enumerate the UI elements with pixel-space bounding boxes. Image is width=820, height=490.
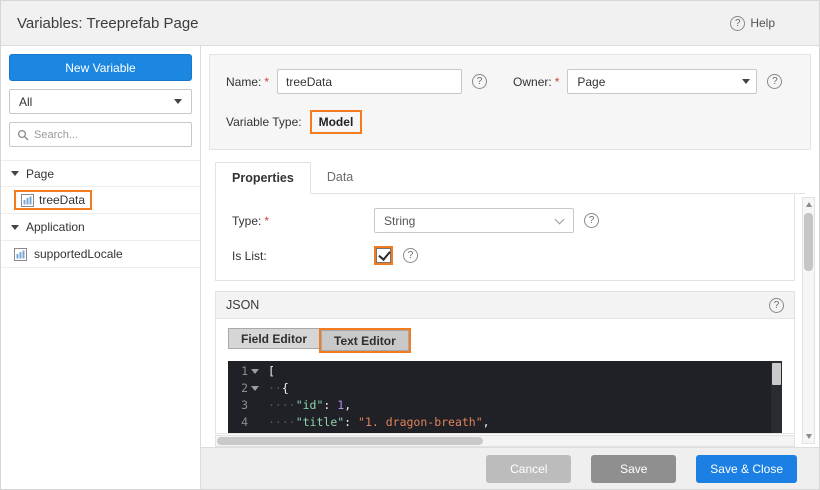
tree-group-page[interactable]: Page (1, 160, 200, 187)
variable-form: Name:* ? Owner:* Page ? Variable Type: M… (209, 54, 811, 150)
save-button[interactable]: Save (591, 455, 676, 483)
sidebar: New Variable All Page (1, 46, 201, 489)
fold-arrow-icon[interactable] (251, 367, 260, 376)
triangle-up-icon (806, 202, 812, 207)
search-box (9, 122, 192, 147)
tree-item-label: supportedLocale (34, 247, 123, 261)
required-marker: * (555, 75, 560, 89)
collapse-arrow-icon (11, 171, 19, 176)
chevron-down-icon (555, 214, 565, 224)
scrollbar-thumb[interactable] (804, 213, 813, 271)
variable-type-label: Variable Type: (226, 115, 302, 129)
header: Variables: Treeprefab Page ? Help (1, 1, 819, 46)
owner-help-icon[interactable]: ? (767, 74, 782, 89)
horizontal-scrollbar[interactable] (215, 435, 795, 447)
search-input[interactable] (34, 129, 184, 141)
annotation-box: Text Editor (319, 328, 411, 353)
tree-item-label: treeData (39, 193, 85, 207)
footer-actions: Cancel Save Save & Close (201, 447, 819, 489)
type-help-icon[interactable]: ? (584, 213, 599, 228)
owner-selected-value: Page (577, 75, 605, 89)
tree-item-treedata[interactable]: treeData (1, 187, 200, 214)
code-line: 4 ····"title": "1. dragon-breath", (228, 414, 782, 431)
variable-tree: Page treeData Applicati (1, 160, 200, 268)
tab-properties[interactable]: Properties (215, 162, 311, 194)
help-label: Help (750, 16, 775, 30)
type-selected-value: String (384, 214, 415, 228)
line-number: 2 (241, 380, 248, 397)
json-help-icon[interactable]: ? (769, 298, 784, 313)
line-number: 3 (241, 397, 248, 414)
type-label: Type:* (232, 214, 374, 228)
properties-panel: Type:* String ? Is List: (215, 194, 795, 281)
name-help-icon[interactable]: ? (472, 74, 487, 89)
json-panel-header: JSON ? (216, 292, 794, 319)
scrollbar-thumb[interactable] (772, 363, 781, 385)
is-list-checkbox[interactable] (376, 248, 391, 263)
line-number: 1 (241, 363, 248, 380)
annotation-box (374, 246, 393, 265)
code-line: 1 [ (228, 363, 782, 380)
variables-dialog: Variables: Treeprefab Page ? Help New Va… (0, 0, 820, 490)
editor-scrollbar[interactable] (771, 361, 782, 433)
triangle-down-icon (806, 434, 812, 439)
scroll-down-button[interactable] (802, 430, 815, 443)
help-button[interactable]: ? Help (730, 16, 775, 31)
owner-select[interactable]: Page (567, 69, 757, 94)
properties-content: Type:* String ? Is List: (215, 194, 795, 447)
tabs: Properties Data (215, 162, 805, 194)
filter-selected-value: All (19, 95, 32, 109)
variable-icon (14, 248, 27, 261)
name-label: Name:* (226, 75, 269, 89)
new-variable-button[interactable]: New Variable (9, 54, 192, 81)
variable-type-value: Model (319, 115, 354, 129)
line-number: 4 (241, 414, 248, 431)
name-input[interactable] (277, 69, 462, 94)
type-select[interactable]: String (374, 208, 574, 233)
annotation-box: Model (310, 110, 363, 134)
page-title: Variables: Treeprefab Page (17, 15, 199, 32)
text-editor-button[interactable]: Text Editor (321, 330, 409, 351)
field-editor-button[interactable]: Field Editor (228, 328, 319, 349)
code-line: 2 ··{ (228, 380, 782, 397)
json-panel: JSON ? Field Editor Text Editor (215, 291, 795, 434)
tab-data[interactable]: Data (311, 162, 369, 193)
select-arrow (736, 70, 756, 93)
editor-mode-toggle: Field Editor Text Editor (228, 328, 411, 353)
chevron-down-icon (174, 99, 182, 104)
is-list-help-icon[interactable]: ? (403, 248, 418, 263)
tree-group-label: Application (26, 220, 85, 234)
search-icon (17, 129, 29, 141)
cancel-button[interactable]: Cancel (486, 455, 571, 483)
required-marker: * (264, 214, 269, 228)
main-area: Name:* ? Owner:* Page ? Variable Type: M… (201, 46, 819, 489)
tree-item-supportedlocale[interactable]: supportedLocale (1, 241, 200, 268)
vertical-scrollbar[interactable] (802, 197, 815, 444)
required-marker: * (264, 75, 269, 89)
variable-filter-select[interactable]: All (9, 89, 192, 114)
variable-icon (21, 194, 34, 207)
code-line: 3 ····"id": 1, (228, 397, 782, 414)
json-panel-title: JSON (226, 298, 259, 312)
owner-label: Owner:* (513, 75, 559, 89)
scrollbar-thumb[interactable] (217, 437, 483, 445)
help-icon: ? (730, 16, 745, 31)
scroll-up-button[interactable] (802, 198, 815, 211)
save-close-button[interactable]: Save & Close (696, 455, 797, 483)
collapse-arrow-icon (11, 225, 19, 230)
tree-group-application[interactable]: Application (1, 214, 200, 241)
code-editor[interactable]: 1 [ 2 ··{ 3 ····"id": 1, (228, 361, 782, 433)
scroll-area: Type:* String ? Is List: (201, 194, 819, 447)
chevron-down-icon (742, 79, 750, 84)
is-list-label: Is List: (232, 249, 374, 263)
fold-arrow-icon[interactable] (251, 384, 260, 393)
tree-group-label: Page (26, 167, 54, 181)
annotation-box: treeData (14, 190, 92, 210)
